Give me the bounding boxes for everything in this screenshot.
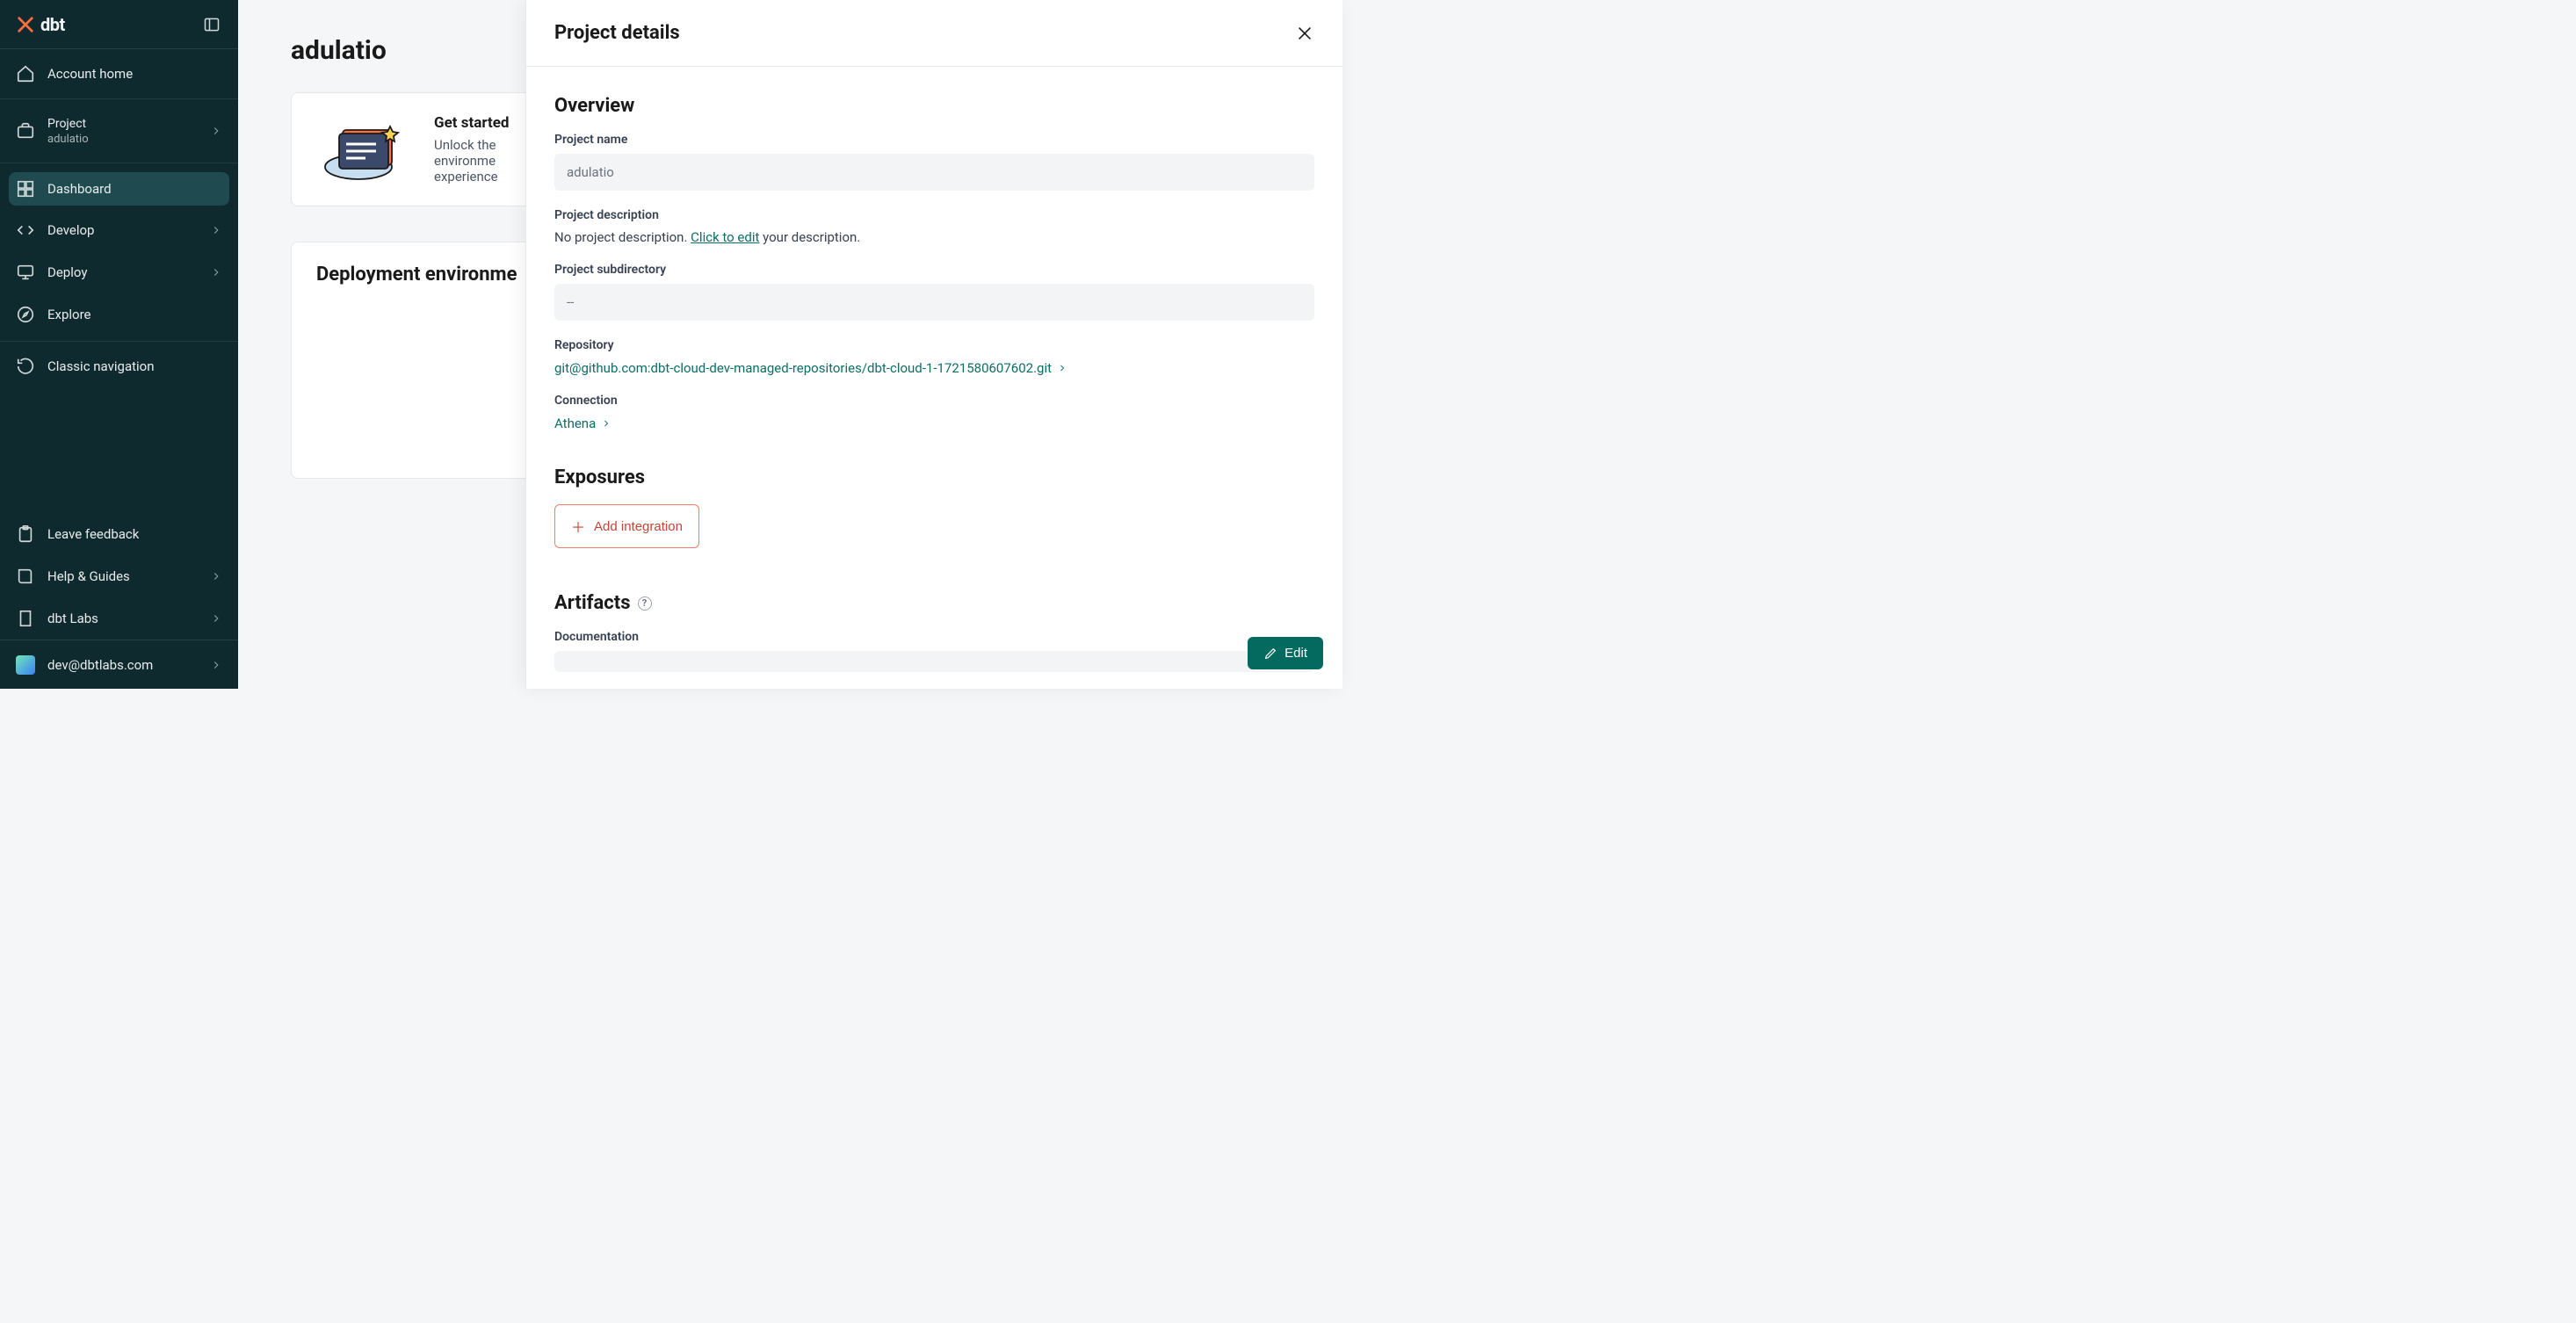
field-connection: Connection Athena — [554, 394, 1314, 431]
panel-title: Project details — [554, 22, 680, 44]
get-started-illustration — [316, 114, 413, 184]
user-email: dev@dbtlabs.com — [47, 657, 198, 673]
sidebar-collapse-button[interactable] — [201, 14, 222, 35]
pencil-icon — [1263, 647, 1277, 661]
field-label: Project name — [554, 133, 1314, 147]
sidebar-header: dbt — [0, 0, 238, 49]
chevron-right-icon — [1057, 363, 1067, 373]
building-icon — [16, 609, 35, 628]
project-name-value[interactable]: adulatio — [554, 154, 1314, 191]
sidebar-item-deploy[interactable]: Deploy — [0, 251, 238, 293]
chevron-right-icon — [601, 418, 611, 429]
edit-description-link[interactable]: Click to edit — [691, 229, 759, 245]
field-label: Project subdirectory — [554, 263, 1314, 277]
project-details-panel: Project details Overview Project name ad… — [525, 0, 1342, 689]
sidebar-item-label: Project — [47, 117, 198, 131]
book-icon — [16, 567, 35, 586]
sidebar-item-label: Explore — [47, 307, 222, 322]
info-icon[interactable]: ? — [638, 596, 652, 611]
sidebar-item-label: Account home — [47, 66, 222, 82]
sidebar-item-develop[interactable]: Develop — [0, 209, 238, 251]
field-label: Connection — [554, 394, 1314, 408]
sidebar-item-user[interactable]: dev@dbtlabs.com — [0, 640, 238, 689]
sidebar-item-sublabel: adulatio — [47, 133, 198, 146]
edit-button[interactable]: Edit — [1248, 637, 1323, 669]
field-project-description: Project description No project descripti… — [554, 208, 1314, 245]
sidebar-item-label: Help & Guides — [47, 568, 198, 584]
chevron-right-icon — [210, 125, 222, 137]
sidebar-item-leave-feedback[interactable]: Leave feedback — [0, 513, 238, 555]
button-label: Edit — [1284, 646, 1307, 661]
sidebar-item-dashboard[interactable]: Dashboard — [9, 172, 229, 206]
sidebar-item-label: Deploy — [47, 264, 198, 280]
overview-heading: Overview — [554, 95, 1314, 117]
panel-header: Project details — [526, 0, 1342, 67]
get-started-title: Get started — [434, 114, 509, 132]
button-label: Add integration — [594, 519, 683, 534]
field-label: Project description — [554, 208, 1314, 222]
repository-link[interactable]: git@github.com:dbt-cloud-dev-managed-rep… — [554, 360, 1067, 376]
chevron-right-icon — [210, 612, 222, 625]
close-icon — [1295, 24, 1314, 43]
home-icon — [16, 64, 35, 83]
text: environme — [434, 153, 496, 169]
sidebar: dbt Account home Project adulatio Dashbo… — [0, 0, 238, 689]
artifacts-heading: Artifacts ? — [554, 592, 1314, 614]
add-integration-button[interactable]: ＋ Add integration — [554, 504, 699, 548]
field-label: Repository — [554, 338, 1314, 352]
project-subdirectory-value[interactable]: -- — [554, 284, 1314, 321]
dashboard-icon — [16, 179, 35, 199]
sidebar-item-project[interactable]: Project adulatio — [0, 103, 238, 159]
connection-link[interactable]: Athena — [554, 416, 611, 431]
field-project-subdirectory: Project subdirectory -- — [554, 263, 1314, 321]
compass-icon — [16, 305, 35, 324]
sidebar-item-label: Dashboard — [47, 181, 222, 197]
text: Unlock the — [434, 137, 496, 153]
clipboard-icon — [16, 524, 35, 544]
repository-value: git@github.com:dbt-cloud-dev-managed-rep… — [554, 360, 1052, 376]
dbt-logo-icon — [16, 15, 35, 34]
artifacts-label: Artifacts — [554, 592, 631, 614]
field-repository: Repository git@github.com:dbt-cloud-dev-… — [554, 338, 1314, 376]
sidebar-item-explore[interactable]: Explore — [0, 293, 238, 336]
project-description-text: No project description. Click to edit yo… — [554, 229, 1314, 245]
chevron-right-icon — [210, 224, 222, 236]
avatar — [16, 655, 35, 675]
sidebar-item-help-guides[interactable]: Help & Guides — [0, 555, 238, 597]
sidebar-item-classic-navigation[interactable]: Classic navigation — [0, 345, 238, 387]
text: experience — [434, 169, 498, 184]
field-label: Documentation — [554, 630, 1314, 644]
field-project-name: Project name adulatio — [554, 133, 1314, 191]
panel-body: Overview Project name adulatio Project d… — [526, 67, 1342, 689]
sidebar-item-label: Develop — [47, 222, 198, 238]
get-started-body: Unlock the environme experience — [434, 137, 509, 184]
sidebar-item-account-home[interactable]: Account home — [0, 53, 238, 95]
exposures-heading: Exposures — [554, 466, 1314, 488]
chevron-right-icon — [210, 266, 222, 278]
panel-left-icon — [203, 16, 221, 33]
logo[interactable]: dbt — [16, 14, 65, 35]
chevron-right-icon — [210, 570, 222, 582]
close-button[interactable] — [1295, 24, 1314, 43]
chevron-right-icon — [210, 659, 222, 671]
plus-icon: ＋ — [571, 516, 585, 537]
briefcase-icon — [16, 121, 35, 141]
documentation-value[interactable] — [554, 651, 1314, 672]
deploy-icon — [16, 263, 35, 282]
field-documentation: Documentation — [554, 630, 1314, 672]
sidebar-item-label: Classic navigation — [47, 358, 222, 374]
connection-value: Athena — [554, 416, 596, 431]
sidebar-item-label: dbt Labs — [47, 611, 198, 626]
undo-icon — [16, 357, 35, 376]
logo-text: dbt — [40, 14, 65, 35]
code-icon — [16, 220, 35, 240]
sidebar-item-label: Leave feedback — [47, 526, 222, 542]
sidebar-item-dbt-labs[interactable]: dbt Labs — [0, 597, 238, 640]
text: No project description. — [554, 229, 691, 245]
text: your description. — [759, 229, 860, 245]
